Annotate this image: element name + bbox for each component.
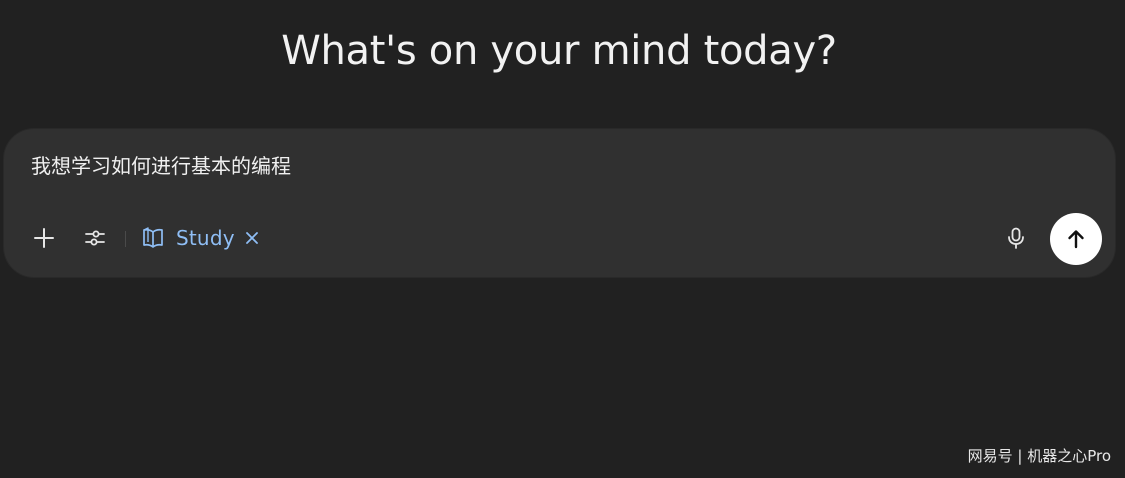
dictate-button[interactable] <box>998 220 1034 256</box>
add-attachment-button[interactable] <box>26 220 62 256</box>
microphone-icon <box>1008 227 1024 249</box>
page-title: What's on your mind today? <box>281 28 837 74</box>
tools-button[interactable] <box>77 220 113 256</box>
book-open-icon <box>140 225 166 251</box>
study-mode-chip[interactable]: Study <box>140 221 260 255</box>
arrow-up-icon <box>1068 230 1084 249</box>
composer-toolbar: Study <box>4 213 1115 265</box>
study-mode-label: Study <box>176 226 235 250</box>
close-icon[interactable] <box>244 230 260 246</box>
toolbar-divider <box>125 231 126 247</box>
watermark: 网易号 | 机器之心Pro <box>967 447 1111 465</box>
prompt-composer: 我想学习如何进行基本的编程 Study <box>4 129 1115 277</box>
send-button[interactable] <box>1050 213 1102 265</box>
prompt-input[interactable]: 我想学习如何进行基本的编程 <box>31 151 291 181</box>
plus-icon <box>34 228 54 248</box>
sliders-icon <box>85 230 105 246</box>
